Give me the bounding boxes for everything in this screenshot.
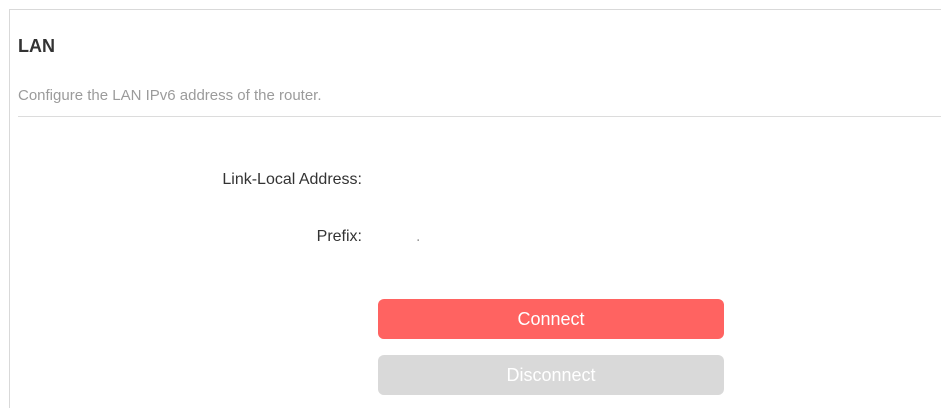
prefix-label: Prefix: [316, 228, 362, 245]
lan-panel [9, 9, 941, 408]
connect-button[interactable]: Connect [378, 299, 724, 339]
link-local-address-label: Link-Local Address: [222, 171, 362, 188]
prefix-value: . [416, 228, 421, 245]
disconnect-button[interactable]: Disconnect [378, 355, 724, 395]
section-divider [18, 116, 941, 117]
section-title: LAN [18, 36, 55, 56]
section-description: Configure the LAN IPv6 address of the ro… [18, 87, 322, 104]
